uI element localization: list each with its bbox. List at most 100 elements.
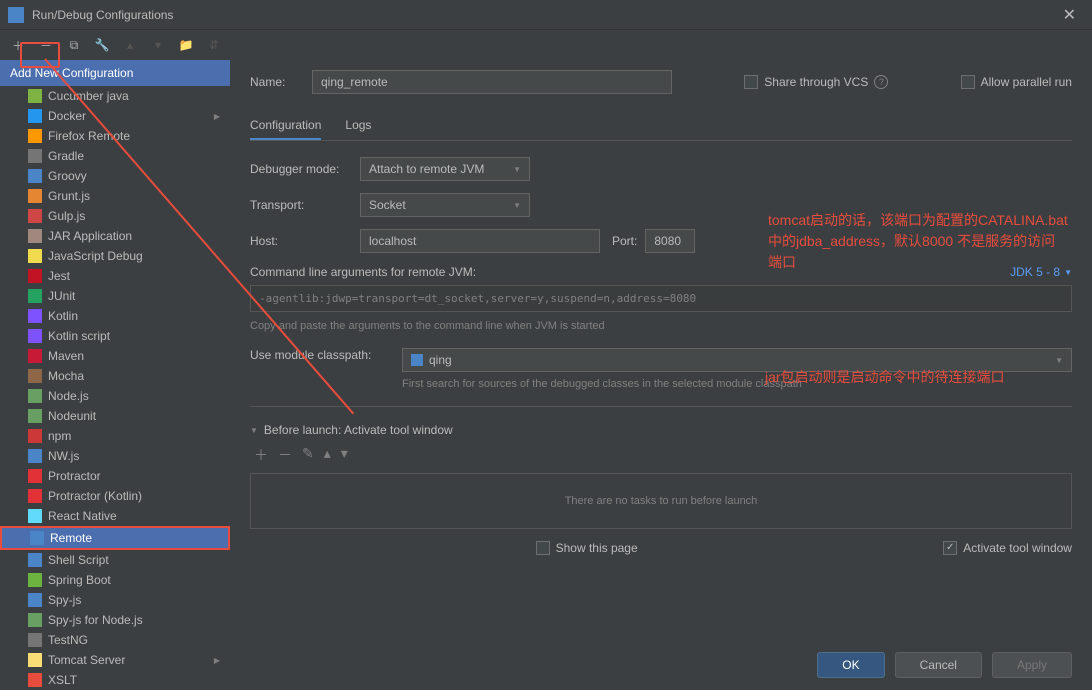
- module-icon: [411, 354, 423, 366]
- tree-item-protractor[interactable]: Protractor: [0, 466, 230, 486]
- tree-item-gulp-js[interactable]: Gulp.js: [0, 206, 230, 226]
- tree-item-react-native[interactable]: React Native: [0, 506, 230, 526]
- show-page-checkbox[interactable]: [536, 541, 550, 555]
- folder-button[interactable]: 📁: [176, 35, 196, 55]
- tree-label: Kotlin: [48, 309, 78, 323]
- tree-item-spring-boot[interactable]: Spring Boot: [0, 570, 230, 590]
- name-label: Name:: [250, 75, 300, 89]
- transport-dropdown[interactable]: Socket ▼: [360, 193, 530, 217]
- settings-button[interactable]: 🔧: [92, 35, 112, 55]
- chevron-down-icon: ▼: [513, 165, 521, 174]
- close-button[interactable]: ✕: [1055, 5, 1084, 25]
- config-type-icon: [28, 409, 42, 423]
- tree-label: Maven: [48, 349, 84, 363]
- classpath-hint: First search for sources of the debugged…: [402, 378, 1072, 390]
- port-input[interactable]: [645, 229, 695, 253]
- apply-button[interactable]: Apply: [992, 652, 1072, 678]
- parallel-checkbox[interactable]: [961, 75, 975, 89]
- tree-label: Node.js: [48, 389, 89, 403]
- add-button[interactable]: ＋: [8, 35, 28, 55]
- tree-item-testng[interactable]: TestNG: [0, 630, 230, 650]
- tree-label: JavaScript Debug: [48, 249, 143, 263]
- tree-item-junit[interactable]: JUnit: [0, 286, 230, 306]
- copy-button[interactable]: ⧉: [64, 35, 84, 55]
- task-add-button[interactable]: ＋: [254, 445, 268, 465]
- tree-item-kotlin-script[interactable]: Kotlin script: [0, 326, 230, 346]
- remove-button[interactable]: －: [36, 35, 56, 55]
- tab-logs[interactable]: Logs: [345, 112, 371, 140]
- config-type-icon: [28, 449, 42, 463]
- expand-icon: ▼: [250, 426, 258, 435]
- tree-label: Docker: [48, 109, 86, 123]
- tree-item-cucumber-java[interactable]: Cucumber java: [0, 86, 230, 106]
- config-type-icon: [28, 389, 42, 403]
- task-up-button[interactable]: ▴: [324, 445, 331, 465]
- task-edit-button[interactable]: ✎: [302, 445, 314, 465]
- cmd-args-label: Command line arguments for remote JVM:: [250, 265, 476, 279]
- tree-label: TestNG: [48, 633, 88, 647]
- tree-item-mocha[interactable]: Mocha: [0, 366, 230, 386]
- tree-item-nodeunit[interactable]: Nodeunit: [0, 406, 230, 426]
- config-type-icon: [28, 633, 42, 647]
- tree-item-protractor-kotlin-[interactable]: Protractor (Kotlin): [0, 486, 230, 506]
- tree-item-nw-js[interactable]: NW.js: [0, 446, 230, 466]
- config-type-icon: [28, 109, 42, 123]
- debugger-mode-dropdown[interactable]: Attach to remote JVM ▼: [360, 157, 530, 181]
- name-input[interactable]: [312, 70, 672, 94]
- activate-window-checkbox[interactable]: [943, 541, 957, 555]
- ok-button[interactable]: OK: [817, 652, 884, 678]
- tree-item-jest[interactable]: Jest: [0, 266, 230, 286]
- task-down-button[interactable]: ▾: [341, 445, 348, 465]
- config-tree: Add New Configuration Cucumber javaDocke…: [0, 60, 230, 690]
- config-type-icon: [28, 553, 42, 567]
- config-type-icon: [28, 369, 42, 383]
- tree-item-docker[interactable]: Docker▶: [0, 106, 230, 126]
- tree-item-node-js[interactable]: Node.js: [0, 386, 230, 406]
- cancel-button[interactable]: Cancel: [895, 652, 982, 678]
- config-type-icon: [28, 289, 42, 303]
- config-type-icon: [28, 129, 42, 143]
- config-type-icon: [28, 349, 42, 363]
- tree-item-grunt-js[interactable]: Grunt.js: [0, 186, 230, 206]
- tree-item-spy-js-for-node-js[interactable]: Spy-js for Node.js: [0, 610, 230, 630]
- before-launch-toggle[interactable]: ▼ Before launch: Activate tool window: [250, 423, 1072, 437]
- config-type-icon: [28, 269, 42, 283]
- tree-label: JUnit: [48, 289, 75, 303]
- collapse-button[interactable]: ⇵: [204, 35, 224, 55]
- tab-configuration[interactable]: Configuration: [250, 112, 321, 140]
- cmd-args-box[interactable]: -agentlib:jdwp=transport=dt_socket,serve…: [250, 285, 1072, 312]
- classpath-dropdown[interactable]: qing ▼: [402, 348, 1072, 372]
- tree-label: Gradle: [48, 149, 84, 163]
- share-vcs-checkbox[interactable]: [744, 75, 758, 89]
- jdk-version-link[interactable]: JDK 5 - 8 ▼: [1010, 265, 1072, 279]
- tree-item-spy-js[interactable]: Spy-js: [0, 590, 230, 610]
- tree-item-xslt[interactable]: XSLT: [0, 670, 230, 690]
- config-type-icon: [28, 209, 42, 223]
- task-list: There are no tasks to run before launch: [250, 473, 1072, 529]
- host-input[interactable]: [360, 229, 600, 253]
- tree-label: Jest: [48, 269, 70, 283]
- tree-item-npm[interactable]: npm: [0, 426, 230, 446]
- tree-item-javascript-debug[interactable]: JavaScript Debug: [0, 246, 230, 266]
- tree-item-jar-application[interactable]: JAR Application: [0, 226, 230, 246]
- up-button[interactable]: ▴: [120, 35, 140, 55]
- tree-item-firefox-remote[interactable]: Firefox Remote: [0, 126, 230, 146]
- tree-item-shell-script[interactable]: Shell Script: [0, 550, 230, 570]
- tree-item-groovy[interactable]: Groovy: [0, 166, 230, 186]
- tree-item-remote[interactable]: Remote: [0, 526, 230, 550]
- config-type-icon: [28, 613, 42, 627]
- tree-item-tomcat-server[interactable]: Tomcat Server▶: [0, 650, 230, 670]
- tree-item-kotlin[interactable]: Kotlin: [0, 306, 230, 326]
- help-icon[interactable]: ?: [874, 75, 888, 89]
- config-type-icon: [28, 229, 42, 243]
- app-icon: [8, 7, 24, 23]
- tree-label: XSLT: [48, 673, 77, 687]
- config-type-icon: [28, 189, 42, 203]
- tree-item-maven[interactable]: Maven: [0, 346, 230, 366]
- tree-item-gradle[interactable]: Gradle: [0, 146, 230, 166]
- tree-label: Shell Script: [48, 553, 109, 567]
- down-button[interactable]: ▾: [148, 35, 168, 55]
- tree-label: Spy-js for Node.js: [48, 613, 143, 627]
- task-remove-button[interactable]: －: [278, 445, 292, 465]
- tree-label: Firefox Remote: [48, 129, 130, 143]
